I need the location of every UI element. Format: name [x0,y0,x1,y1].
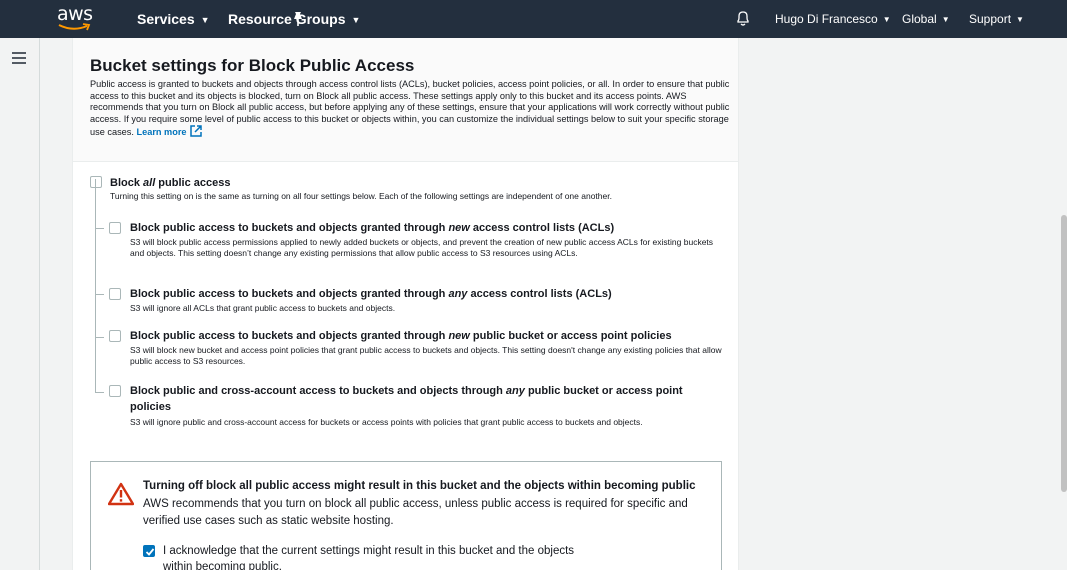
right-gutter [739,38,1067,570]
learn-more-link[interactable]: Learn more [136,125,202,137]
acknowledge-checkbox[interactable] [143,545,155,557]
warning-description: AWS recommends that you turn on block al… [143,498,688,527]
public-access-warning: Turning off block all public access migh… [90,461,722,570]
chevron-down-icon: ▼ [882,15,891,24]
aws-smile-icon [58,23,91,31]
aws-logo[interactable]: aws [57,4,95,34]
block-all-description: Turning this setting on is the same as t… [110,191,612,201]
chevron-down-icon: ▼ [1016,15,1024,24]
tree-connector [95,294,104,295]
services-menu[interactable]: Services ▼ [137,0,210,38]
block-any-policies-description: S3 will ignore public and cross-account … [130,417,643,427]
learn-more-label: Learn more [136,127,187,137]
block-any-acls-description: S3 will ignore all ACLs that grant publi… [130,303,396,313]
vertical-scrollbar[interactable] [1061,215,1067,492]
chevron-down-icon: ▼ [200,15,210,25]
checkmark-icon [145,548,155,556]
tree-connector [95,179,96,392]
chevron-down-icon: ▼ [941,15,950,24]
tree-connector [95,337,104,338]
external-link-icon [189,125,202,137]
bell-icon[interactable] [736,10,750,27]
menu-icon[interactable] [12,52,28,64]
block-all-checkbox[interactable] [90,176,102,188]
aws-logo-text: aws [57,3,93,25]
block-new-acls-checkbox[interactable] [109,222,121,234]
block-new-acls-title: Block public access to buckets and objec… [130,222,615,234]
warning-icon [108,482,134,506]
block-any-policies-checkbox[interactable] [109,385,121,397]
panel-description: Public access is granted to buckets and … [90,79,730,139]
acknowledge-label: I acknowledge that the current settings … [163,545,575,570]
block-new-acls-description: S3 will block public access permissions … [130,237,714,258]
block-public-access-panel: Bucket settings for Block Public Access … [72,38,739,570]
block-new-policies-description: S3 will block new bucket and access poin… [130,345,722,366]
region-menu[interactable]: Global ▼ [902,0,950,38]
services-label: Services [137,11,195,27]
block-any-policies-title: Block public and cross-account access to… [130,385,683,397]
tree-connector [95,392,104,393]
top-navigation: aws Services ▼ Resource Groups ▼ Hugo Di F… [0,0,1067,38]
support-menu[interactable]: Support ▼ [969,0,1024,38]
resource-groups-label: Resource Groups [228,11,346,27]
panel-title: Bucket settings for Block Public Access [90,56,415,75]
block-new-policies-title: Block public access to buckets and objec… [130,330,672,342]
left-rail [0,38,40,570]
warning-title: Turning off block all public access migh… [143,480,696,492]
block-new-policies-checkbox[interactable] [109,330,121,342]
region-label: Global [902,12,937,26]
support-label: Support [969,12,1012,26]
block-any-acls-checkbox[interactable] [109,288,121,300]
block-all-title: Block all public access [110,177,231,189]
block-any-acls-title: Block public access to buckets and objec… [130,288,612,300]
panel-header: Bucket settings for Block Public Access … [73,38,738,162]
tree-connector [95,228,104,229]
account-menu[interactable]: Hugo Di Francesco ▼ [775,0,891,38]
account-name: Hugo Di Francesco [775,12,878,26]
block-any-policies-title-line2: policies [130,401,171,413]
pin-icon[interactable] [291,11,305,27]
chevron-down-icon: ▼ [351,15,361,25]
